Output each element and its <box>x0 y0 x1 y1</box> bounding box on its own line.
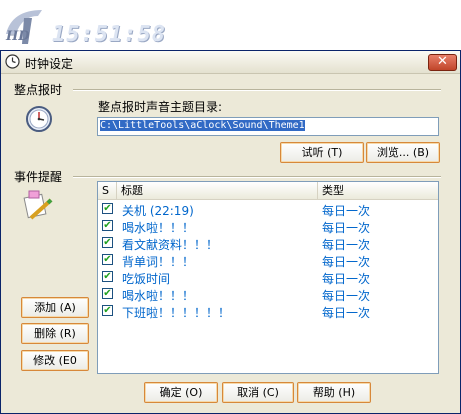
delete-event-button[interactable]: 删除 (R) <box>21 323 89 344</box>
event-enabled-checkbox[interactable]: ✔ <box>102 220 113 231</box>
event-title: 关机 (22:19) <box>122 204 194 218</box>
event-enabled-checkbox[interactable]: ✔ <box>102 305 113 316</box>
event-reminder-divider <box>73 176 441 178</box>
window-title: 时钟设定 <box>25 57 74 71</box>
event-row[interactable]: ✔ 喝水啦！！！ 每日一次 <box>98 218 438 235</box>
column-header-title[interactable]: 标题 <box>117 182 318 199</box>
event-type: 每日一次 <box>322 255 371 269</box>
event-row[interactable]: ✔ 看文献资料！！！ 每日一次 <box>98 235 438 252</box>
column-header-type[interactable]: 类型 <box>318 182 438 199</box>
event-enabled-checkbox[interactable]: ✔ <box>102 271 113 282</box>
chime-directory-value: C:\LittleTools\aClock\Sound\Theme1 <box>100 120 305 131</box>
event-type: 每日一次 <box>322 221 371 235</box>
event-type: 每日一次 <box>322 289 371 303</box>
hourly-chime-divider <box>73 89 441 91</box>
chime-directory-input[interactable]: C:\LittleTools\aClock\Sound\Theme1 <box>97 117 439 136</box>
cancel-button[interactable]: 取消 (C) <box>222 382 294 403</box>
add-event-button[interactable]: 添加 (A) <box>21 297 89 318</box>
clock-icon <box>5 54 20 69</box>
clock-time-display: 15:51:58 <box>52 22 166 47</box>
title-bar[interactable]: 时钟设定 ✕ <box>1 51 460 74</box>
event-title: 背单词！！！ <box>122 255 195 269</box>
column-header-check[interactable]: S <box>98 182 117 199</box>
event-row[interactable]: ✔ 下班啦！！！！！！ 每日一次 <box>98 303 438 320</box>
hd-logo-icon: HD <box>5 10 42 44</box>
event-title: 喝水啦！！！ <box>122 221 195 235</box>
event-row[interactable]: ✔ 喝水啦！！！ 每日一次 <box>98 286 438 303</box>
close-button[interactable]: ✕ <box>428 54 457 71</box>
event-title: 吃饭时间 <box>122 272 171 286</box>
event-list[interactable]: S 标题 类型 ✔ 关机 (22:19) 每日一次 ✔ 喝水啦！！！ 每日一次 ✔ 看文献资料… <box>97 181 439 374</box>
event-title: 下班啦！！！！！！ <box>122 306 231 320</box>
ok-button[interactable]: 确定 (O) <box>144 382 218 403</box>
listen-button[interactable]: 试听 (T) <box>280 142 364 163</box>
logo-text: HD <box>5 29 30 44</box>
desktop-clock-banner: HD 15:51:58 <box>0 0 461 50</box>
event-type: 每日一次 <box>322 238 371 252</box>
clock-settings-dialog: 时钟设定 ✕ 整点报时 整点报时声音主题目录: C:\LittleTools\a… <box>0 50 461 414</box>
alarm-clock-icon <box>26 106 52 132</box>
event-type: 每日一次 <box>322 272 371 286</box>
help-button[interactable]: 帮助 (H) <box>297 382 371 403</box>
event-list-header: S 标题 类型 <box>98 182 438 200</box>
event-row[interactable]: ✔ 关机 (22:19) 每日一次 <box>98 201 438 218</box>
edit-event-button[interactable]: 修改 (E0 <box>21 350 89 371</box>
event-enabled-checkbox[interactable]: ✔ <box>102 288 113 299</box>
notes-pencil-icon <box>23 190 53 220</box>
browse-button[interactable]: 浏览... (B) <box>366 142 440 163</box>
event-row[interactable]: ✔ 吃饭时间 每日一次 <box>98 269 438 286</box>
event-title: 喝水啦！！！ <box>122 289 195 303</box>
chime-directory-label: 整点报时声音主题目录: <box>98 100 223 114</box>
hourly-chime-section-label: 整点报时 <box>14 83 63 97</box>
event-type: 每日一次 <box>322 204 371 218</box>
event-reminder-section-label: 事件提醒 <box>14 170 63 184</box>
event-enabled-checkbox[interactable]: ✔ <box>102 254 113 265</box>
event-enabled-checkbox[interactable]: ✔ <box>102 237 113 248</box>
event-enabled-checkbox[interactable]: ✔ <box>102 203 113 214</box>
event-title: 看文献资料！！！ <box>122 238 219 252</box>
event-type: 每日一次 <box>322 306 371 320</box>
event-row[interactable]: ✔ 背单词！！！ 每日一次 <box>98 252 438 269</box>
